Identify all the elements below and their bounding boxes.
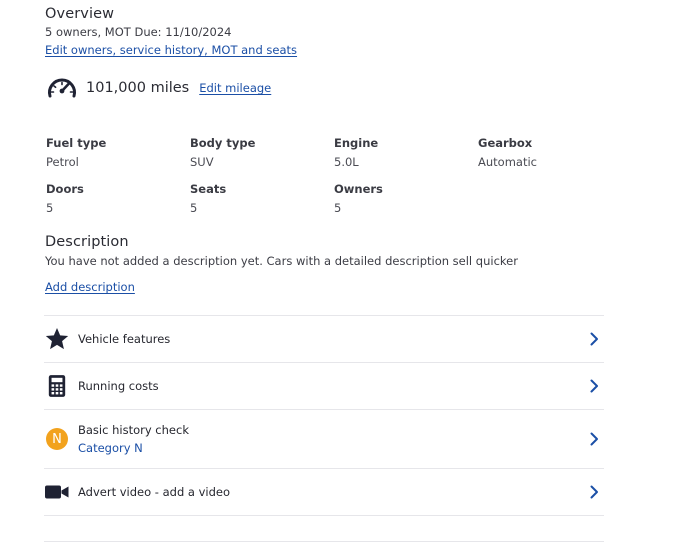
basic-history-check-row[interactable]: N Basic history check Category N	[44, 409, 604, 468]
vehicle-overview-page: Overview 5 owners, MOT Due: 11/10/2024 E…	[0, 0, 699, 544]
running-costs-row[interactable]: Running costs	[44, 362, 604, 409]
spec-doors: Doors 5	[46, 182, 176, 215]
overview-section: Overview 5 owners, MOT Due: 11/10/2024 E…	[45, 6, 297, 58]
section-divider	[44, 541, 604, 542]
row-title: Vehicle features	[78, 332, 171, 346]
spec-label: Body type	[190, 136, 256, 150]
speedometer-icon	[46, 75, 78, 101]
category-badge: N	[46, 428, 68, 450]
row-subtitle: Category N	[78, 441, 143, 455]
description-section: Description You have not added a descrip…	[45, 234, 645, 295]
overview-title: Overview	[45, 6, 115, 22]
spec-label: Seats	[190, 182, 227, 196]
spec-value: Automatic	[478, 155, 537, 169]
row-text: Basic history check Category N	[78, 423, 586, 455]
row-title: Running costs	[78, 379, 159, 393]
row-text: Running costs	[78, 379, 586, 393]
edit-mileage-link[interactable]: Edit mileage	[199, 81, 271, 95]
spec-label: Doors	[46, 182, 84, 196]
spec-gearbox: Gearbox Automatic	[478, 136, 608, 169]
vehicle-features-row[interactable]: Vehicle features	[44, 315, 604, 362]
spec-engine: Engine 5.0L	[334, 136, 464, 169]
advert-video-row[interactable]: Advert video - add a video	[44, 468, 604, 516]
overview-summary: 5 owners, MOT Due: 11/10/2024	[45, 25, 232, 39]
video-camera-icon	[44, 482, 70, 502]
spec-value: 5	[334, 201, 342, 215]
edit-owners-link[interactable]: Edit owners, service history, MOT and se…	[45, 43, 297, 57]
history-badge-icon: N	[44, 428, 70, 450]
spec-label: Owners	[334, 182, 383, 196]
row-text: Advert video - add a video	[78, 485, 586, 499]
spec-label: Engine	[334, 136, 379, 150]
row-title: Basic history check	[78, 423, 189, 437]
chevron-right-icon	[590, 485, 598, 499]
spec-seats: Seats 5	[190, 182, 320, 215]
star-icon	[44, 326, 70, 352]
mileage-row: 101,000 miles Edit mileage	[46, 75, 271, 101]
mileage-value: 101,000 miles	[86, 80, 190, 96]
description-text: You have not added a description yet. Ca…	[45, 254, 518, 268]
spec-owners: Owners 5	[334, 182, 464, 215]
spec-body-type: Body type SUV	[190, 136, 320, 169]
spec-value: 5.0L	[334, 155, 359, 169]
chevron-right-icon	[590, 332, 598, 346]
spec-value: 5	[46, 201, 54, 215]
spec-fuel-type: Fuel type Petrol	[46, 136, 176, 169]
spec-value: 5	[190, 201, 198, 215]
chevron-right-icon	[590, 432, 598, 446]
feature-rows: Vehicle features Running costs N Basic h…	[44, 315, 604, 516]
spec-value: Petrol	[46, 155, 79, 169]
spec-label: Fuel type	[46, 136, 107, 150]
spec-value: SUV	[190, 155, 214, 169]
row-text: Vehicle features	[78, 332, 586, 346]
chevron-right-icon	[590, 379, 598, 393]
description-title: Description	[45, 234, 129, 250]
spec-label: Gearbox	[478, 136, 533, 150]
row-title: Advert video - add a video	[78, 485, 231, 499]
calculator-icon	[44, 374, 70, 398]
add-description-link[interactable]: Add description	[45, 280, 135, 294]
